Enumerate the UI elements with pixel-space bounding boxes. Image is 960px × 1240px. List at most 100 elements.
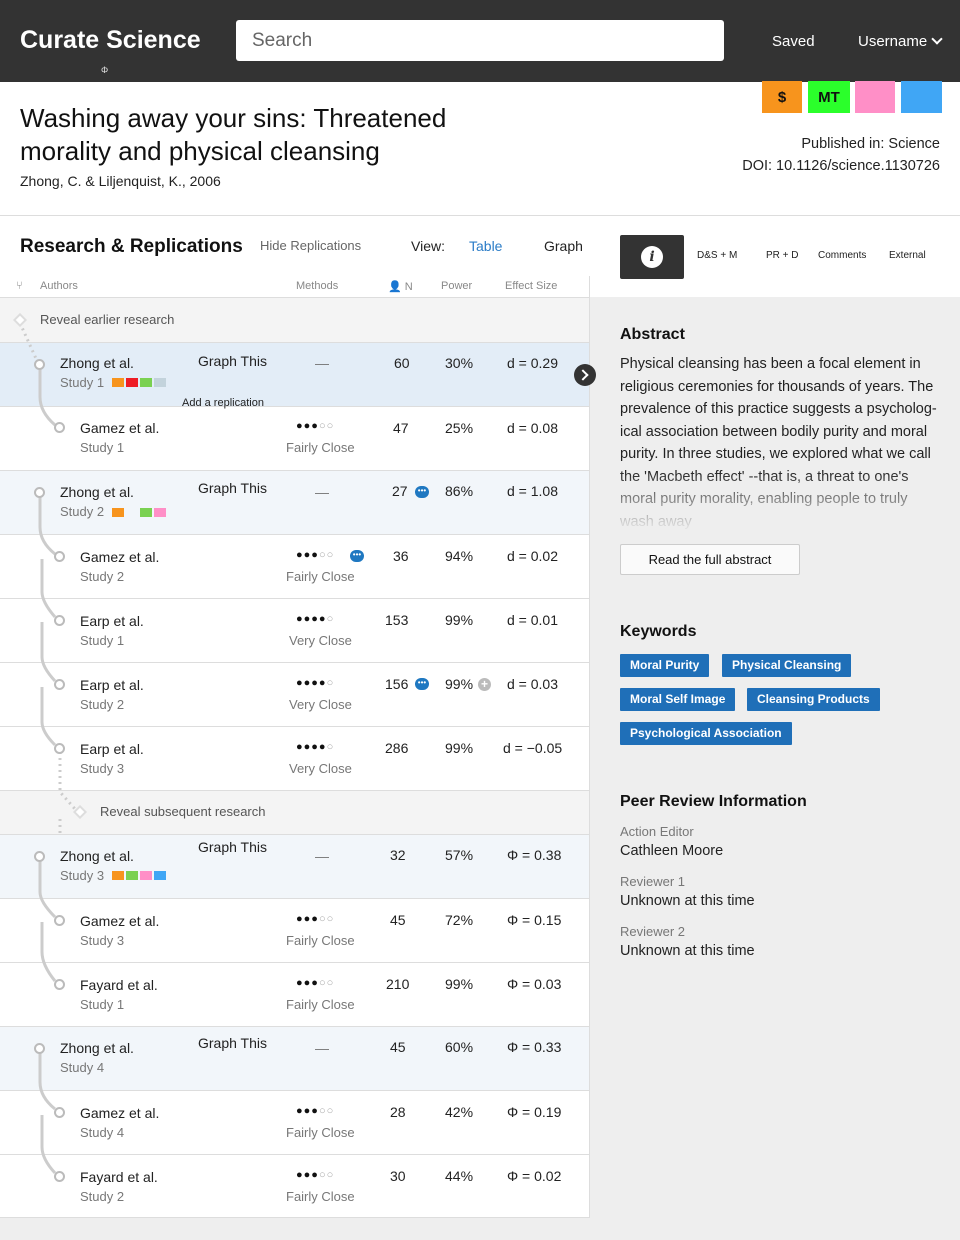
- row-author[interactable]: Gamez et al.: [80, 913, 159, 929]
- chevron-right-icon[interactable]: [574, 364, 596, 386]
- row-n: 36: [393, 548, 409, 564]
- row-power: 99%: [445, 976, 474, 992]
- col-n[interactable]: 👤 N: [388, 280, 413, 293]
- row-effect: d = 0.08: [507, 420, 558, 436]
- abstract-heading: Abstract: [620, 326, 685, 343]
- badge-swatch: [140, 871, 152, 880]
- tree-node: [54, 915, 65, 926]
- reviewer2-label: Reviewer 2: [620, 924, 686, 939]
- add-replication-tooltip[interactable]: Add a replication: [182, 397, 264, 409]
- row-effect: Φ = 0.19: [507, 1104, 562, 1120]
- col-methods[interactable]: Methods: [296, 280, 338, 292]
- username-label: Username: [858, 33, 928, 50]
- view-table-tab[interactable]: Table: [469, 238, 502, 254]
- row-effect: Φ = 0.02: [507, 1168, 562, 1184]
- saved-link[interactable]: Saved: [772, 33, 815, 50]
- method-empty: —: [315, 848, 329, 864]
- branch-icon: ⑂: [16, 280, 23, 292]
- badge-blue[interactable]: [901, 81, 942, 113]
- closeness-rating: ●●●●○: [296, 741, 335, 753]
- comment-icon[interactable]: •••: [350, 550, 364, 562]
- row-effect: d = 0.02: [507, 548, 558, 564]
- graph-this-button[interactable]: Graph This: [198, 839, 267, 855]
- keyword-tag[interactable]: Cleansing Products: [747, 688, 880, 711]
- col-effect-size[interactable]: Effect Size: [505, 280, 557, 292]
- reviewer1-value: Unknown at this time: [620, 893, 755, 909]
- row-method: Fairly Close: [286, 569, 355, 584]
- closeness-rating: ●●●○○: [296, 1105, 335, 1117]
- graph-this-button[interactable]: Graph This: [198, 353, 267, 369]
- col-authors[interactable]: Authors: [40, 280, 78, 292]
- doi[interactable]: DOI: 10.1126/science.1130726: [742, 155, 940, 177]
- row-method: Fairly Close: [286, 997, 355, 1012]
- tab-comments[interactable]: Comments: [818, 250, 866, 261]
- row-n: 156: [385, 676, 409, 692]
- person-icon: 👤: [388, 281, 402, 293]
- closeness-rating: ●●●○○: [296, 549, 335, 561]
- row-author[interactable]: Gamez et al.: [80, 1105, 159, 1121]
- badge-swatch: [154, 871, 166, 880]
- row-author[interactable]: Earp et al.: [80, 613, 144, 629]
- search-input[interactable]: [236, 20, 724, 61]
- graph-this-button[interactable]: Graph This: [198, 480, 267, 496]
- badge-swatch: [112, 508, 124, 517]
- action-editor-value: Cathleen Moore: [620, 843, 724, 859]
- row-author[interactable]: Zhong et al.: [60, 484, 134, 500]
- row-author[interactable]: Earp et al.: [80, 741, 144, 757]
- row-power: 57%: [445, 847, 474, 863]
- col-power[interactable]: Power: [441, 280, 472, 292]
- row-author[interactable]: Earp et al.: [80, 677, 144, 693]
- badge-funding[interactable]: $: [762, 81, 802, 113]
- tree-node: [34, 1043, 45, 1054]
- row-effect: Φ = 0.03: [507, 976, 562, 992]
- method-empty: —: [315, 484, 329, 500]
- row-author[interactable]: Fayard et al.: [80, 977, 158, 993]
- tab-external[interactable]: External: [889, 250, 926, 261]
- row-study: Study 1: [80, 633, 125, 648]
- row-author[interactable]: Zhong et al.: [60, 355, 134, 371]
- user-menu[interactable]: Username: [858, 33, 943, 50]
- row-effect: d = 0.29: [507, 355, 558, 371]
- badge-materials[interactable]: MT: [808, 81, 850, 113]
- row-method: Very Close: [289, 761, 352, 776]
- keywords-heading: Keywords: [620, 623, 697, 640]
- badge-swatch: [126, 871, 138, 880]
- row-author[interactable]: Gamez et al.: [80, 549, 159, 565]
- hide-replications-button[interactable]: Hide Replications: [260, 238, 361, 253]
- badge-pink[interactable]: [855, 81, 895, 113]
- graph-this-button[interactable]: Graph This: [198, 1035, 267, 1051]
- row-author[interactable]: Gamez et al.: [80, 420, 159, 436]
- row-effect: Φ = 0.33: [507, 1039, 562, 1055]
- row-method: Fairly Close: [286, 1189, 355, 1204]
- row-author[interactable]: Fayard et al.: [80, 1169, 158, 1185]
- keyword-tag[interactable]: Physical Cleansing: [722, 654, 852, 677]
- brand-logo[interactable]: Curate Science: [20, 26, 201, 55]
- read-full-abstract-button[interactable]: Read the full abstract: [620, 544, 800, 575]
- publication-info: Published in: Science DOI: 10.1126/scien…: [742, 133, 940, 177]
- row-effect: d = 0.01: [507, 612, 558, 628]
- tab-peer-review[interactable]: PR + D: [766, 250, 799, 261]
- closeness-rating: ●●●○○: [296, 977, 335, 989]
- row-power: 99%: [445, 740, 474, 756]
- row-study: Study 1: [80, 997, 125, 1012]
- keyword-tag[interactable]: Moral Purity: [620, 654, 710, 677]
- info-tab[interactable]: i: [620, 235, 684, 279]
- row-study: Study 1: [80, 440, 125, 455]
- row-author[interactable]: Zhong et al.: [60, 1040, 134, 1056]
- method-empty: —: [315, 355, 329, 371]
- footer-band: [0, 1218, 960, 1240]
- add-icon[interactable]: +: [478, 678, 491, 691]
- reviewer1-label: Reviewer 1: [620, 874, 686, 889]
- tab-design-methods[interactable]: D&S + M: [697, 250, 737, 261]
- section-title: Research & Replications: [20, 236, 243, 257]
- view-graph-tab[interactable]: Graph: [544, 238, 583, 254]
- closeness-rating: ●●●○○: [296, 420, 335, 432]
- paper-title: Washing away your sins: Threatened moral…: [20, 103, 447, 166]
- keyword-tag[interactable]: Psychological Association: [620, 722, 792, 745]
- comment-icon[interactable]: •••: [415, 486, 429, 498]
- badge-swatch: [112, 378, 124, 387]
- row-effect: Φ = 0.38: [507, 847, 562, 863]
- row-author[interactable]: Zhong et al.: [60, 848, 134, 864]
- comment-icon[interactable]: •••: [415, 678, 429, 690]
- keyword-tag[interactable]: Moral Self Image: [620, 688, 736, 711]
